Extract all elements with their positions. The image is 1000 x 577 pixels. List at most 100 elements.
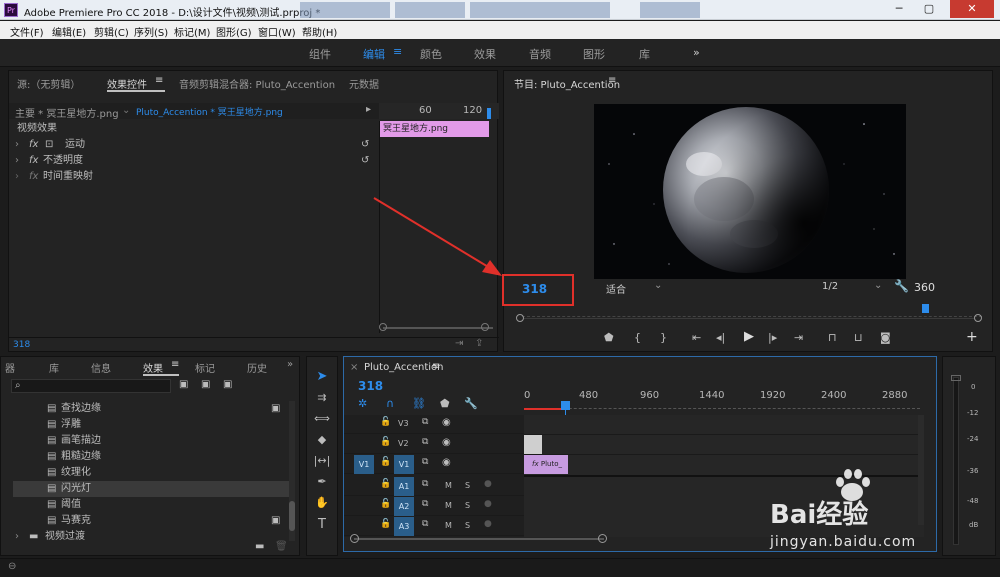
- program-ruler[interactable]: [522, 309, 982, 317]
- slip-tool-icon[interactable]: |↔|: [313, 454, 331, 467]
- sync-lock-icon[interactable]: ⧉: [422, 499, 428, 509]
- close-button[interactable]: ✕: [950, 0, 994, 18]
- more-workspaces-icon[interactable]: »: [693, 46, 700, 59]
- workspace-audio[interactable]: 音频: [529, 46, 551, 62]
- list-item[interactable]: ▤ 马赛克 ▣: [13, 513, 289, 529]
- playhead-marker[interactable]: [922, 304, 929, 313]
- tab-libraries[interactable]: 库: [49, 360, 59, 375]
- transform-icon[interactable]: ⊡: [45, 137, 53, 153]
- track-target-a3[interactable]: A3: [394, 517, 414, 536]
- lock-icon[interactable]: 🔓: [380, 479, 391, 489]
- menu-clip[interactable]: 剪辑(C): [94, 24, 129, 39]
- menu-help[interactable]: 帮助(H): [302, 24, 337, 39]
- workspace-menu-icon[interactable]: ≡: [393, 45, 402, 58]
- sync-lock-icon[interactable]: ⧉: [422, 519, 428, 529]
- go-to-in-icon[interactable]: ⇤: [692, 331, 701, 344]
- mute-button[interactable]: M: [445, 481, 452, 490]
- close-tab-icon[interactable]: ×: [350, 362, 358, 373]
- solo-button[interactable]: S: [465, 521, 470, 530]
- minimize-button[interactable]: ─: [885, 0, 913, 18]
- microphone-icon[interactable]: ●: [484, 519, 492, 529]
- 32bit-effects-icon[interactable]: ▣: [201, 379, 210, 390]
- more-tabs-icon[interactable]: »: [287, 359, 293, 370]
- solo-button[interactable]: S: [465, 481, 470, 490]
- play-icon[interactable]: ▶: [744, 329, 754, 344]
- filter-icon[interactable]: ⇥: [455, 338, 463, 349]
- workspace-libraries[interactable]: 库: [639, 46, 650, 62]
- track-target-v1[interactable]: V1: [394, 455, 414, 474]
- tab-metadata[interactable]: 元数据: [349, 76, 379, 91]
- tab-effects[interactable]: 效果: [143, 360, 163, 375]
- expand-arrow-icon[interactable]: ›: [15, 153, 19, 169]
- resolution-dropdown[interactable]: 1/2: [822, 281, 838, 292]
- lock-icon[interactable]: 🔓: [380, 417, 391, 427]
- zoom-handle-left[interactable]: [379, 323, 387, 331]
- microphone-icon[interactable]: ●: [484, 479, 492, 489]
- sequence-clip-label[interactable]: Pluto_Accention * 冥王星地方.png: [136, 105, 283, 118]
- sync-lock-icon[interactable]: ⧉: [422, 479, 428, 489]
- zoom-scrollbar[interactable]: [383, 327, 493, 329]
- zoom-scrollbar[interactable]: [524, 318, 974, 319]
- new-bin-icon[interactable]: ▬: [255, 541, 264, 552]
- tab-source[interactable]: 源:（无剪辑）: [17, 76, 80, 91]
- program-timecode[interactable]: 318: [522, 282, 547, 296]
- tab-audio-clip-mixer[interactable]: 音频剪辑混合器: Pluto_Accention: [179, 76, 335, 91]
- workspace-effects[interactable]: 效果: [474, 46, 496, 62]
- fx-icon[interactable]: fx: [29, 153, 38, 169]
- dropdown-arrow-icon[interactable]: ⌄: [122, 105, 130, 116]
- lock-icon[interactable]: 🔓: [380, 437, 391, 447]
- timeline-timecode[interactable]: 318: [358, 379, 383, 393]
- eye-icon[interactable]: ◉: [442, 437, 451, 448]
- export-icon[interactable]: ⇪: [475, 338, 483, 349]
- panel-menu-icon[interactable]: ≡: [171, 359, 179, 370]
- workspace-graphics[interactable]: 图形: [583, 46, 605, 62]
- effect-row-motion[interactable]: › fx ⊡ 运动 ↺: [9, 137, 379, 153]
- track-name[interactable]: V3: [398, 419, 409, 428]
- panel-menu-icon[interactable]: ≡: [155, 75, 163, 86]
- reset-icon[interactable]: ↺: [361, 137, 369, 153]
- menu-marker[interactable]: 标记(M): [174, 24, 210, 39]
- add-button-icon[interactable]: +: [966, 329, 978, 345]
- tab-history[interactable]: 历史: [247, 360, 267, 375]
- master-clip-label[interactable]: 主要 * 冥王星地方.png: [15, 105, 119, 120]
- lock-icon[interactable]: 🔓: [380, 457, 391, 467]
- effect-row-time-remap[interactable]: › fx 时间重映射: [9, 169, 379, 185]
- expand-arrow-icon[interactable]: ›: [15, 169, 19, 185]
- tab-markers[interactable]: 标记: [195, 360, 215, 375]
- tab-info[interactable]: 信息: [91, 360, 111, 375]
- eye-icon[interactable]: ◉: [442, 417, 451, 428]
- panel-menu-icon[interactable]: ≡: [608, 75, 616, 86]
- panel-menu-icon[interactable]: ≡: [432, 361, 440, 372]
- ripple-edit-tool-icon[interactable]: ⟺: [313, 412, 331, 425]
- dropdown-arrow-icon[interactable]: ⌄: [654, 280, 662, 291]
- fx-icon[interactable]: fx: [29, 137, 38, 153]
- search-input[interactable]: ⌕: [11, 379, 171, 393]
- step-forward-icon[interactable]: |▸: [768, 331, 777, 344]
- clip-v1[interactable]: fx Pluto_: [524, 455, 568, 474]
- source-patch-v1[interactable]: V1: [354, 455, 374, 474]
- scrollbar-thumb[interactable]: [289, 501, 295, 531]
- step-back-icon[interactable]: ◂|: [716, 331, 725, 344]
- selection-tool-icon[interactable]: ➤: [313, 369, 331, 384]
- zoom-handle-right[interactable]: [481, 323, 489, 331]
- zoom-handle-right[interactable]: [598, 534, 607, 543]
- snap-icon[interactable]: ∩: [386, 397, 394, 410]
- workspace-editing[interactable]: 编辑: [363, 46, 385, 62]
- menu-graphics[interactable]: 图形(G): [216, 24, 252, 39]
- list-item[interactable]: ▤ 纹理化: [13, 465, 289, 481]
- track-select-tool-icon[interactable]: ⇉: [313, 391, 331, 404]
- export-frame-icon[interactable]: ◙: [880, 331, 891, 344]
- list-item[interactable]: ▤ 阈值: [13, 497, 289, 513]
- track-name[interactable]: V2: [398, 439, 409, 448]
- type-tool-icon[interactable]: T: [313, 517, 331, 532]
- solo-button[interactable]: S: [465, 501, 470, 510]
- wrench-icon[interactable]: 🔧: [894, 279, 909, 293]
- workspace-color[interactable]: 颜色: [420, 46, 442, 62]
- sync-lock-icon[interactable]: ⧉: [422, 457, 428, 467]
- accelerated-effects-icon[interactable]: ▣: [179, 379, 188, 390]
- track-target-a1[interactable]: A1: [394, 477, 414, 496]
- list-item[interactable]: ▤ 查找边缘 ▣: [13, 401, 289, 417]
- clip-v2[interactable]: [524, 435, 542, 454]
- effect-row-opacity[interactable]: › fx 不透明度 ↺: [9, 153, 379, 169]
- menu-window[interactable]: 窗口(W): [258, 24, 296, 39]
